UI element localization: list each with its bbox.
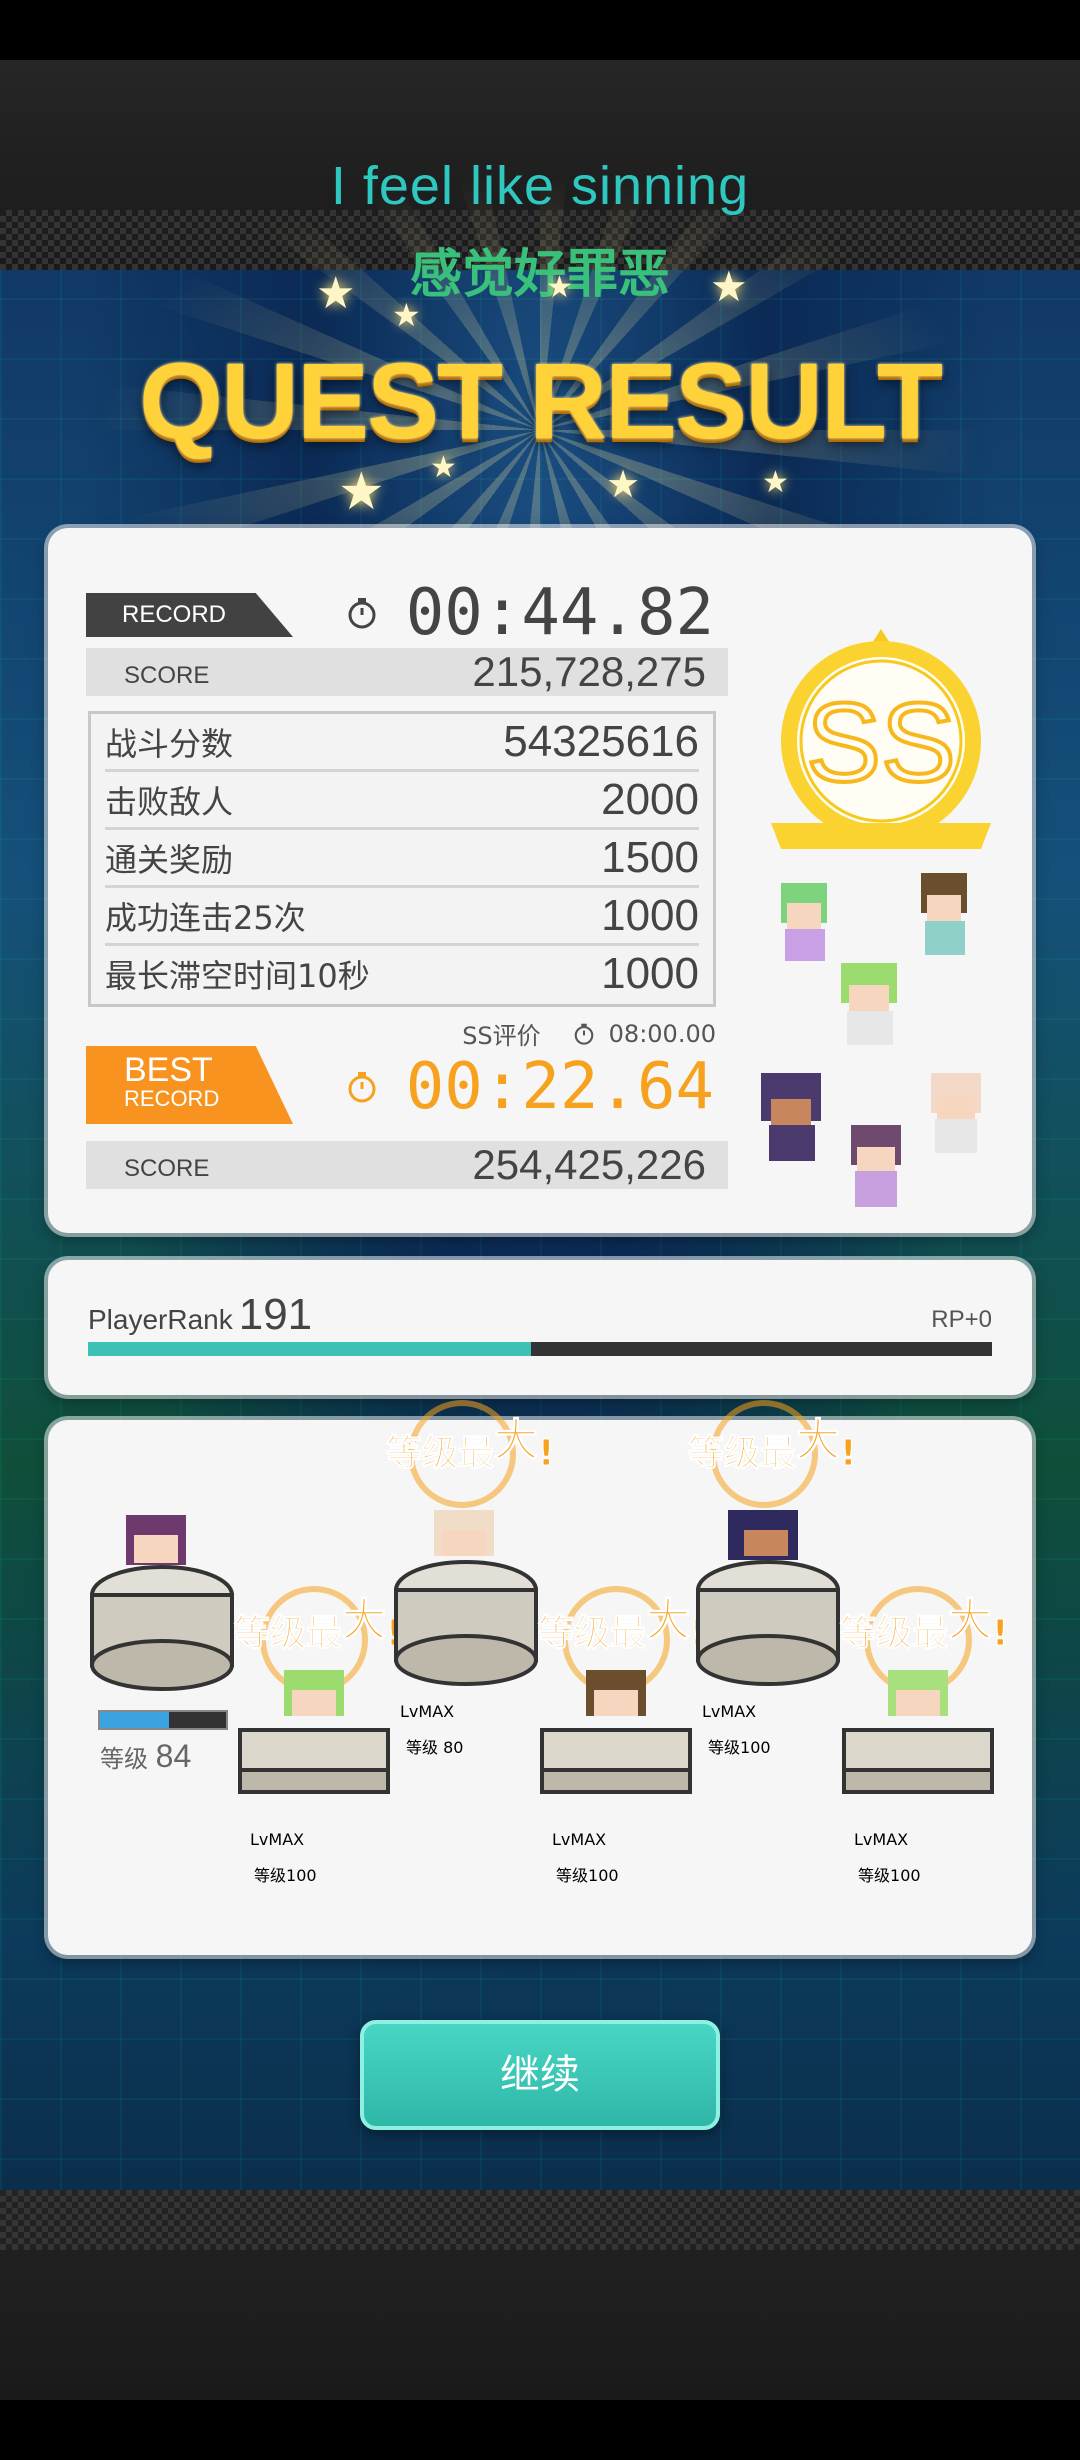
best-score: 254,425,226 [472, 1141, 706, 1188]
breakdown-label: 成功连击25次 [105, 898, 306, 937]
character-pedestal [90, 1515, 234, 1691]
breakdown-row: 击败敌人 2000 [105, 772, 699, 830]
max-level-label: 等级最大! [385, 1415, 555, 1475]
best-score-bar: SCORE 254,425,226 [86, 1141, 728, 1189]
max-level-label: 等级最大! [233, 1595, 402, 1655]
score-breakdown: 战斗分数 54325616 击败敌人 2000 通关奖励 1500 成功连击25… [88, 711, 716, 1007]
lvmax-badge: LvMAX [702, 1702, 757, 1721]
record-time-row: 00:44.82 [346, 576, 714, 650]
lvmax-badge: LvMAX [400, 1702, 455, 1721]
rp-gain: RP+0 [931, 1306, 992, 1333]
character-sprite [781, 883, 827, 961]
record-time: 00:44.82 [405, 576, 714, 650]
unit-level-text: 等级100 [858, 1866, 921, 1885]
breakdown-value: 1000 [601, 890, 699, 940]
score-label: SCORE [124, 662, 210, 689]
player-rank-label: PlayerRank [88, 1304, 233, 1335]
score-label: SCORE [124, 1155, 210, 1182]
status-bar [0, 0, 1080, 60]
character-pedestal [394, 1510, 538, 1686]
rank-badge-icon: SS [771, 629, 991, 849]
ss-requirement: SS评价 08:00.00 [462, 1016, 716, 1051]
character-sprite [851, 1125, 901, 1207]
lvmax-badge: LvMAX [854, 1830, 909, 1849]
breakdown-label: 战斗分数 [105, 724, 234, 763]
song-title-en: I feel like sinning [330, 156, 750, 216]
ss-requirement-time: 08:00.00 [608, 1019, 716, 1048]
breakdown-row: 最长滞空时间10秒 1000 [105, 946, 699, 1001]
breakdown-label: 最长滞空时间10秒 [105, 956, 370, 995]
unit-level-text: 等级100 [254, 1866, 317, 1885]
player-rank-panel: PlayerRank 191 RP+0 [48, 1260, 1032, 1395]
character-pedestal [540, 1670, 692, 1794]
breakdown-row: 战斗分数 54325616 [105, 714, 699, 772]
character-sprite [841, 963, 897, 1045]
unit-level-text: 等级 80 [406, 1738, 464, 1757]
unit-exp-bar [98, 1710, 228, 1730]
unit-level-text: 等级100 [708, 1738, 771, 1757]
stopwatch-icon [348, 598, 376, 629]
star-icon: ★ [392, 296, 421, 334]
character-pedestal [842, 1670, 994, 1794]
song-title-cn: 感觉好罪恶 [409, 245, 670, 305]
breakdown-label: 通关奖励 [105, 840, 234, 879]
character-sprite [761, 1073, 821, 1161]
lvmax-badge: LvMAX [250, 1830, 305, 1849]
rank-grade-text: SS [806, 680, 955, 805]
record-score: 215,728,275 [472, 648, 706, 695]
unit-level-value: 84 [155, 1738, 192, 1774]
character-pedestal [696, 1510, 840, 1686]
quest-result-title: QUEST RESULT [138, 340, 943, 461]
bottom-checker-strip [0, 2190, 1080, 2250]
breakdown-row: 通关奖励 1500 [105, 830, 699, 888]
star-icon: ★ [316, 268, 356, 319]
star-icon: ★ [762, 465, 789, 500]
best-tag-line1: BEST [124, 1051, 213, 1089]
stopwatch-icon [348, 1072, 376, 1103]
star-icon: ★ [338, 462, 385, 522]
star-icon: ★ [546, 270, 573, 305]
stopwatch-icon [574, 1023, 593, 1045]
character-pedestal [238, 1670, 390, 1794]
best-time: 00:22.64 [405, 1050, 714, 1124]
star-icon: ★ [710, 262, 748, 311]
breakdown-value: 1000 [601, 948, 699, 998]
record-tag: RECORD [86, 593, 293, 637]
result-panel: RECORD 00:44.82 SCORE 215,728,275 战斗分数 5… [48, 528, 1032, 1233]
unit-exp-fill [100, 1712, 170, 1728]
player-rank: PlayerRank 191 [88, 1290, 312, 1340]
max-level-label: 等级最大! [839, 1595, 1009, 1655]
lvmax-badge: LvMAX [552, 1830, 607, 1849]
unit-level-text: 等级 84 [100, 1738, 191, 1775]
record-score-bar: SCORE 215,728,275 [86, 648, 728, 696]
rank-progress-bar [88, 1342, 992, 1356]
max-level-label: 等级最大! [687, 1415, 857, 1475]
best-tag-line2: RECORD [124, 1086, 220, 1111]
party-sprites [761, 873, 981, 1207]
continue-button[interactable]: 继续 [360, 2020, 720, 2130]
unit-results-panel: 等级 84 等级最大! LvMAX 等级100 等级最大! LvMAX 等级 8… [48, 1400, 1032, 1955]
breakdown-row: 成功连击25次 1000 [105, 888, 699, 946]
ss-requirement-label: SS评价 [462, 1022, 541, 1050]
unit-level-prefix: 等级 [100, 1745, 148, 1773]
breakdown-value: 54325616 [503, 716, 699, 766]
navigation-bar [0, 2400, 1080, 2460]
best-record-tag: BEST RECORD [86, 1046, 293, 1124]
player-rank-value: 191 [238, 1290, 313, 1339]
character-sprite [921, 873, 967, 955]
breakdown-value: 1500 [601, 832, 699, 882]
breakdown-value: 2000 [601, 774, 699, 824]
unit-level-text: 等级100 [556, 1866, 619, 1885]
rank-progress-fill [88, 1342, 531, 1356]
character-sprite [931, 1073, 981, 1153]
breakdown-label: 击败敌人 [105, 782, 234, 821]
max-level-label: 等级最大! [537, 1595, 706, 1655]
star-icon: ★ [606, 462, 641, 506]
best-time-row: 00:22.64 [346, 1050, 714, 1124]
